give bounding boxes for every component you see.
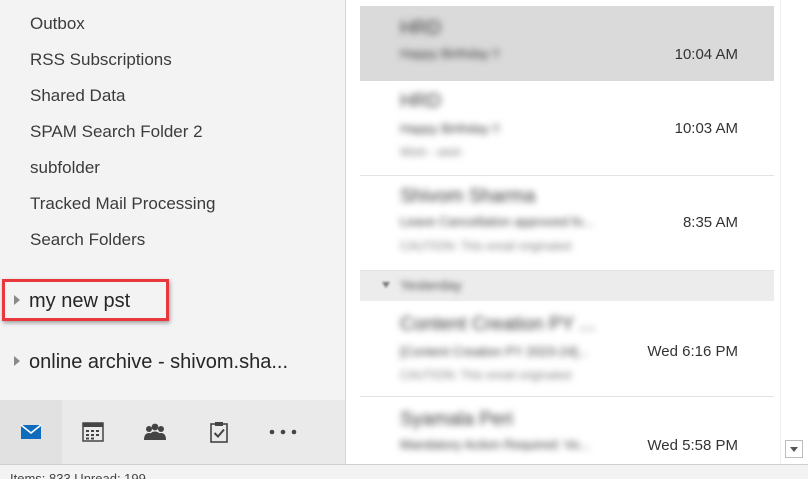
message-subject: Mandatory Action Required: Vo... [400, 437, 591, 452]
folder-tracked-mail-processing[interactable]: Tracked Mail Processing [30, 194, 216, 214]
nav-mail-button[interactable] [0, 400, 62, 464]
store-online-archive[interactable]: online archive - shivom.sha... [14, 351, 288, 374]
group-header[interactable]: Yesterday [360, 271, 774, 301]
message-time: 8:35 AM [682, 214, 738, 231]
message-sender: Content Creation PY ... [400, 314, 596, 335]
message-item[interactable]: Shivom Sharma Leave Cancellation approve… [360, 176, 774, 271]
group-header-label: Yesterday [400, 277, 462, 293]
folder-pane: Outbox RSS Subscriptions Shared Data SPA… [0, 0, 345, 400]
message-time: Wed 5:58 PM [647, 437, 738, 454]
nav-more-button[interactable] [252, 400, 314, 464]
message-sender: HRD [400, 18, 442, 39]
message-item[interactable]: Syamala Peri Mandatory Action Required: … [360, 397, 774, 464]
calendar-icon [82, 422, 104, 442]
message-subject: Happy Birthday !! [400, 46, 500, 61]
module-nav-bar [0, 400, 345, 464]
nav-tasks-button[interactable] [188, 400, 250, 464]
message-time: 10:03 AM [674, 120, 738, 137]
message-time: 10:04 AM [674, 46, 738, 63]
message-preview: CAUTION: This email originated [400, 239, 572, 253]
collapse-caret-icon[interactable] [382, 282, 390, 288]
message-subject: Leave Cancellation approved fo... [400, 214, 594, 229]
message-sender: Shivom Sharma [400, 186, 536, 207]
folder-subfolder[interactable]: subfolder [30, 158, 100, 178]
scroll-down-button[interactable] [785, 440, 803, 458]
expand-triangle-icon[interactable] [14, 356, 20, 366]
message-sender: HRD [400, 91, 442, 112]
tasks-icon [210, 422, 228, 443]
highlight-box [2, 279, 169, 321]
nav-calendar-button[interactable] [62, 400, 124, 464]
message-preview: CAUTION: This email originated [400, 368, 572, 382]
folder-search-folders[interactable]: Search Folders [30, 230, 145, 250]
more-icon [269, 429, 297, 435]
message-time: Wed 6:16 PM [647, 343, 738, 360]
message-subject: Happy Birthday !! [400, 121, 500, 136]
nav-people-button[interactable] [124, 400, 186, 464]
message-list: HRD Happy Birthday !! 10:04 AM HRD Happy… [346, 0, 780, 464]
message-preview: Wish - wish [400, 145, 462, 159]
people-icon [144, 423, 166, 440]
folder-shared-data[interactable]: Shared Data [30, 86, 125, 106]
folder-spam-search-folder-2[interactable]: SPAM Search Folder 2 [30, 122, 203, 142]
message-item[interactable]: HRD Happy Birthday !! 10:04 AM [360, 6, 774, 81]
message-list-scrollbar[interactable] [780, 0, 808, 464]
store-label: online archive - shivom.sha... [29, 351, 289, 373]
message-sender: Syamala Peri [400, 409, 513, 430]
mail-icon [20, 424, 42, 439]
folder-outbox[interactable]: Outbox [30, 14, 85, 34]
message-item[interactable]: HRD Happy Birthday !! Wish - wish 10:03 … [360, 81, 774, 176]
message-item[interactable]: Content Creation PY ... [Content Creatio… [360, 302, 774, 397]
status-bar: Items: 833 Unread: 199 [0, 464, 808, 479]
folder-rss-subscriptions[interactable]: RSS Subscriptions [30, 50, 172, 70]
message-subject: [Content Creation PY 2023-24]... [400, 344, 589, 359]
